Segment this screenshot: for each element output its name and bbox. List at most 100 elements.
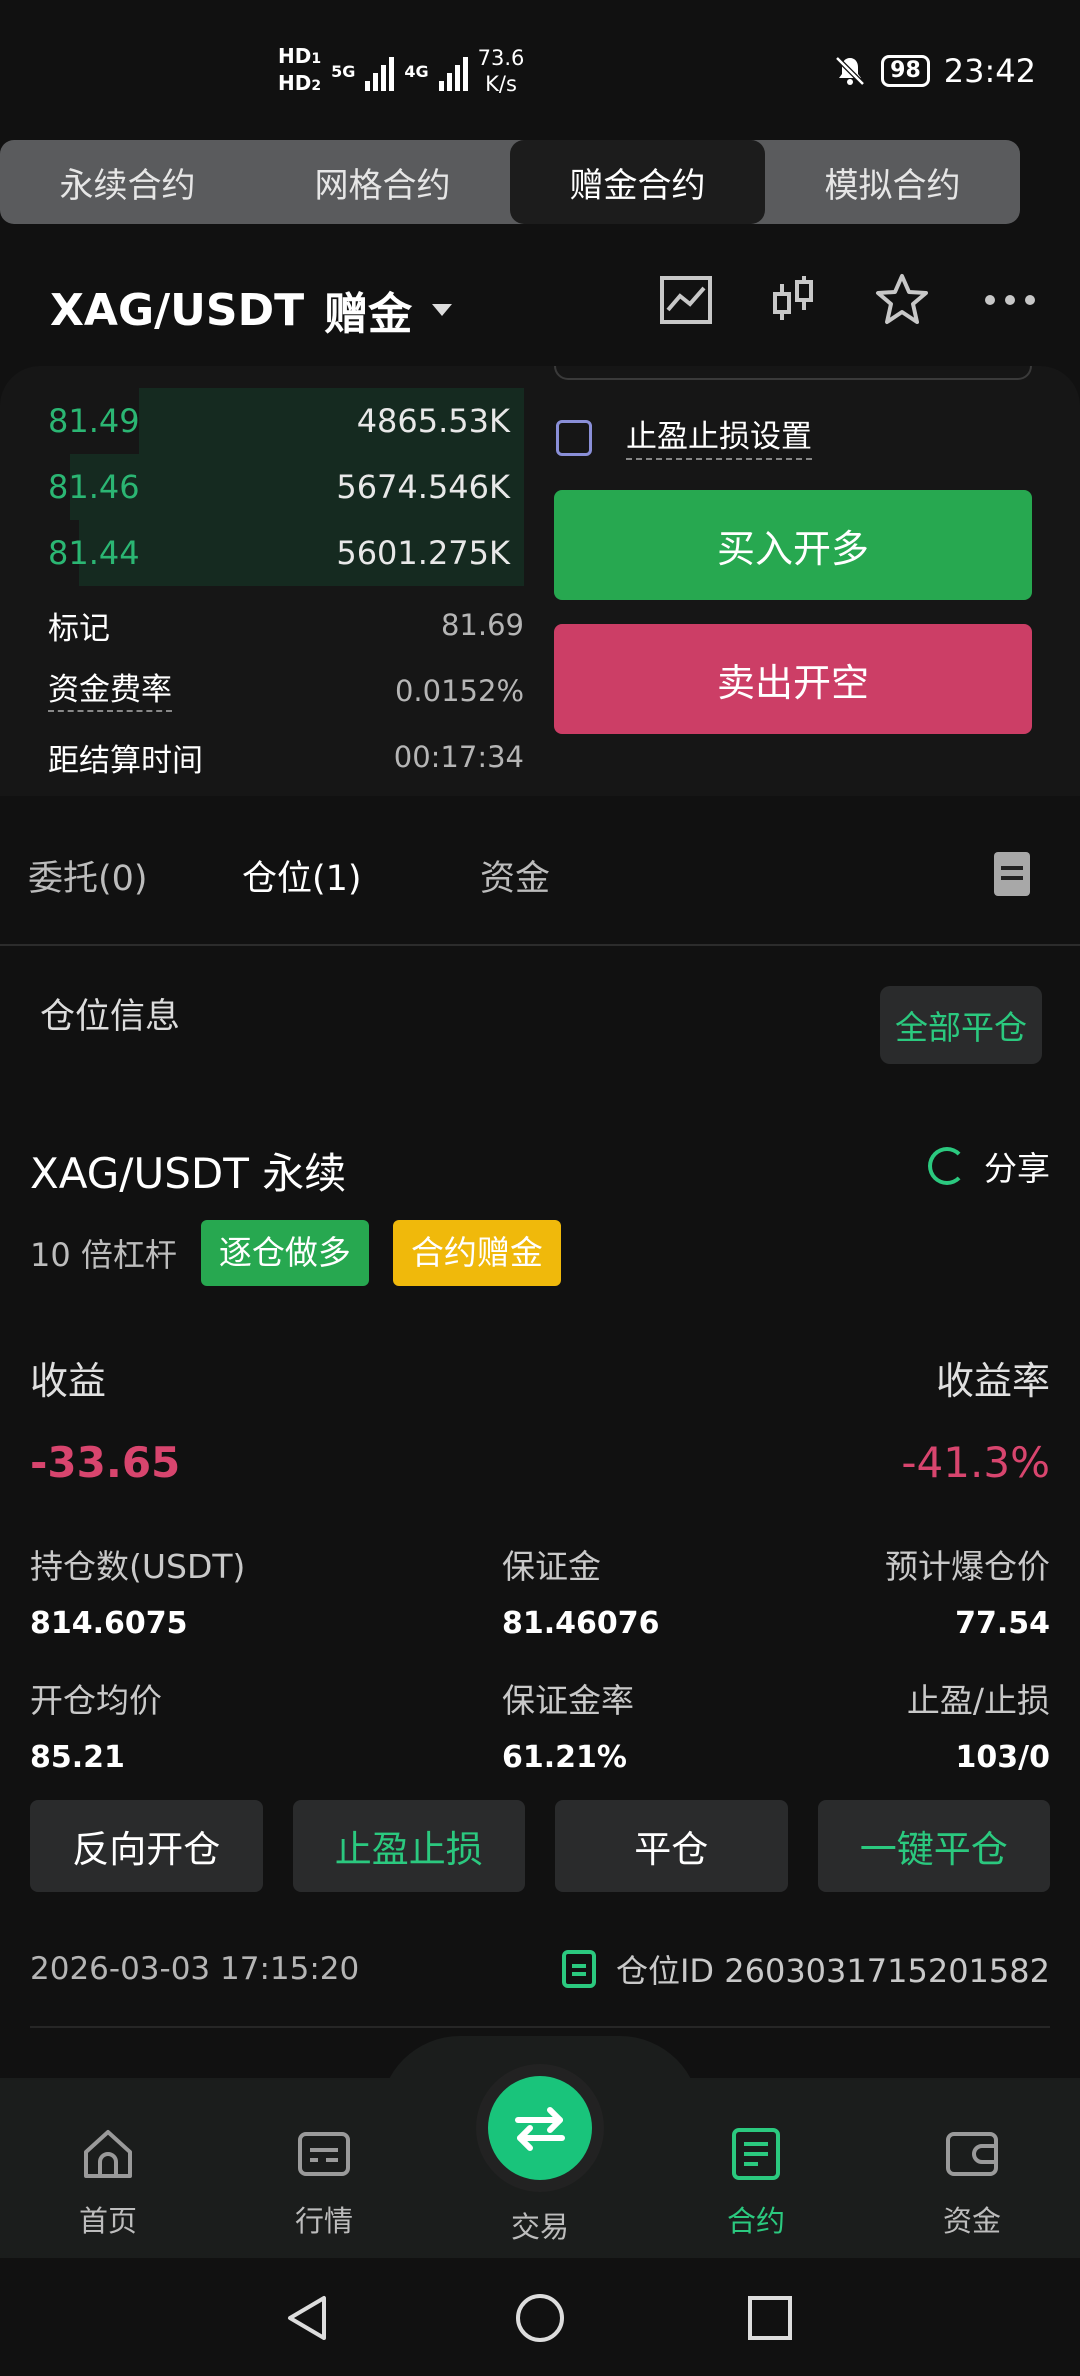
book-price: 81.46 bbox=[48, 468, 140, 506]
tp-sl-checkbox[interactable] bbox=[556, 420, 592, 456]
book-amount: 4865.53K bbox=[356, 402, 510, 440]
size-cell: 持仓数(USDT) 814.6075 bbox=[30, 1540, 245, 1641]
mark-label: 标记 bbox=[48, 610, 110, 647]
book-amount: 5674.546K bbox=[336, 468, 510, 506]
nav-assets-label: 资金 bbox=[942, 2204, 1001, 2238]
position-time: 2026-03-03 17:15:20 bbox=[30, 1951, 360, 1987]
size-label: 持仓数(USDT) bbox=[30, 1547, 246, 1586]
line-chart-icon[interactable] bbox=[656, 270, 716, 330]
market-icon bbox=[298, 2132, 350, 2176]
stat-settlement: 距结算时间 00:17:34 bbox=[48, 724, 524, 790]
position-id-text: 仓位ID 2603031715201582 bbox=[615, 1952, 1050, 1990]
one-click-close-button[interactable]: 一键平仓 bbox=[817, 1800, 1050, 1892]
nav-market-label: 行情 bbox=[294, 2204, 353, 2238]
details-row: 开仓均价 85.21 保证金率 61.21% 止盈/止损 103/0 bbox=[30, 1674, 1050, 1808]
nav-market[interactable]: 行情 bbox=[254, 2124, 394, 2240]
system-nav-bar bbox=[0, 2258, 1080, 2376]
close-all-button[interactable]: 全部平仓 bbox=[880, 986, 1042, 1064]
funding-value: 0.0152% bbox=[394, 674, 524, 708]
signal-bars-icon bbox=[365, 51, 395, 91]
contract-icon bbox=[732, 2128, 780, 2180]
book-amount: 5601.275K bbox=[336, 534, 510, 572]
input-field-edge[interactable] bbox=[554, 366, 1032, 380]
margin-label: 保证金 bbox=[502, 1547, 601, 1586]
entry-label: 开仓均价 bbox=[30, 1681, 162, 1720]
tab-grid[interactable]: 网格合约 bbox=[255, 140, 510, 224]
tp-sl-button[interactable]: 止盈止损 bbox=[292, 1800, 525, 1892]
pair-selector[interactable]: XAG/USDT 赠金 bbox=[50, 278, 453, 342]
leverage-label: 10 倍杠杆 bbox=[30, 1236, 177, 1274]
bonus-badge: 合约赠金 bbox=[392, 1220, 561, 1286]
tab-positions[interactable]: 仓位(1) bbox=[242, 850, 362, 901]
sell-short-button[interactable]: 卖出开空 bbox=[554, 624, 1032, 734]
stat-funding: 资金费率 0.0152% bbox=[48, 658, 524, 724]
pnl-rate-label: 收益率 bbox=[935, 1359, 1050, 1403]
margin-cell: 保证金 81.46076 bbox=[502, 1540, 660, 1641]
trade-button[interactable] bbox=[488, 2076, 592, 2180]
tp-sl-label[interactable]: 止盈止损设置 bbox=[626, 416, 812, 460]
nav-trade-label: 交易 bbox=[510, 2210, 569, 2244]
home-circle-icon[interactable] bbox=[514, 2292, 566, 2344]
reverse-open-button[interactable]: 反向开仓 bbox=[30, 1800, 263, 1892]
order-book-row[interactable]: 81.44 5601.275K bbox=[30, 520, 524, 586]
home-icon bbox=[84, 2130, 132, 2178]
pnl-label: 收益 bbox=[30, 1359, 107, 1403]
swap-icon bbox=[515, 2107, 565, 2151]
tab-funds[interactable]: 资金 bbox=[480, 850, 550, 901]
mark-value: 81.69 bbox=[440, 608, 524, 642]
margin-mode-badge: 逐仓做多 bbox=[200, 1220, 369, 1286]
status-right: 98 23:42 bbox=[833, 52, 1036, 90]
close-position-button[interactable]: 平仓 bbox=[555, 1800, 788, 1892]
entry-cell: 开仓均价 85.21 bbox=[30, 1674, 162, 1775]
margin-rate-label: 保证金率 bbox=[502, 1681, 634, 1720]
tab-bonus[interactable]: 赠金合约 bbox=[510, 140, 765, 224]
back-icon[interactable] bbox=[282, 2292, 334, 2344]
status-bar: HD1 HD2 5G 4G 73.6 K/s 98 23:42 bbox=[0, 0, 1080, 140]
order-form: 止盈止损设置 买入开多 卖出开空 bbox=[554, 366, 1032, 734]
document-icon[interactable] bbox=[994, 852, 1030, 896]
tab-orders[interactable]: 委托(0) bbox=[28, 850, 148, 901]
margin-rate-value: 61.21% bbox=[502, 1740, 627, 1775]
star-icon[interactable] bbox=[872, 270, 932, 330]
position-pair: XAG/USDT 永续 bbox=[30, 1149, 347, 1198]
hd2-label: HD bbox=[278, 71, 312, 95]
hd2-sub: 2 bbox=[311, 78, 322, 94]
nav-home[interactable]: 首页 bbox=[38, 2124, 178, 2240]
funding-label[interactable]: 资金费率 bbox=[48, 670, 172, 712]
book-price: 81.49 bbox=[48, 402, 140, 440]
nav-home-label: 首页 bbox=[78, 2204, 137, 2238]
share-label: 分享 bbox=[984, 1149, 1050, 1188]
order-book: 81.49 4865.53K 81.46 5674.546K 81.44 560… bbox=[30, 388, 524, 586]
nav-contract[interactable]: 合约 bbox=[686, 2124, 826, 2240]
order-book-row[interactable]: 81.46 5674.546K bbox=[30, 454, 524, 520]
wallet-icon bbox=[946, 2132, 998, 2176]
pnl-value: -33.65 bbox=[30, 1438, 181, 1487]
candlestick-icon[interactable] bbox=[764, 270, 824, 330]
position-details: 持仓数(USDT) 814.6075 保证金 81.46076 预计爆仓价 77… bbox=[30, 1540, 1050, 1808]
section-tabs: 委托(0) 仓位(1) 资金 bbox=[0, 820, 1080, 946]
recents-icon[interactable] bbox=[744, 2292, 796, 2344]
tp-sl-setting[interactable]: 止盈止损设置 bbox=[556, 410, 1032, 466]
nav-assets[interactable]: 资金 bbox=[902, 2124, 1042, 2240]
liq-value: 77.54 bbox=[955, 1606, 1050, 1641]
share-button[interactable]: 分享 bbox=[928, 1142, 1050, 1190]
tpsl-value: 103/0 bbox=[955, 1740, 1050, 1775]
liq-label: 预计爆仓价 bbox=[885, 1547, 1050, 1586]
position-id[interactable]: 仓位ID 2603031715201582 bbox=[561, 1946, 1050, 1992]
copy-icon[interactable] bbox=[561, 1950, 596, 1988]
margin-rate-cell: 保证金率 61.21% bbox=[502, 1674, 634, 1775]
book-price: 81.44 bbox=[48, 534, 140, 572]
tab-perpetual[interactable]: 永续合约 bbox=[0, 140, 255, 224]
signal-indicators: HD1 HD2 5G 4G 73.6 K/s bbox=[278, 44, 524, 98]
hd-indicators: HD1 HD2 bbox=[278, 44, 321, 98]
position-info-header: 仓位信息 全部平仓 bbox=[0, 948, 1080, 1068]
more-icon[interactable] bbox=[980, 270, 1040, 330]
pnl-rate-value: -41.3% bbox=[901, 1438, 1050, 1487]
tab-simulated[interactable]: 模拟合约 bbox=[765, 140, 1020, 224]
buy-long-button[interactable]: 买入开多 bbox=[554, 490, 1032, 600]
caret-down-icon bbox=[432, 304, 453, 316]
order-book-row[interactable]: 81.49 4865.53K bbox=[30, 388, 524, 454]
divider bbox=[30, 2026, 1050, 2028]
settlement-label: 距结算时间 bbox=[48, 742, 203, 779]
tpsl-cell: 止盈/止损 103/0 bbox=[907, 1674, 1050, 1775]
